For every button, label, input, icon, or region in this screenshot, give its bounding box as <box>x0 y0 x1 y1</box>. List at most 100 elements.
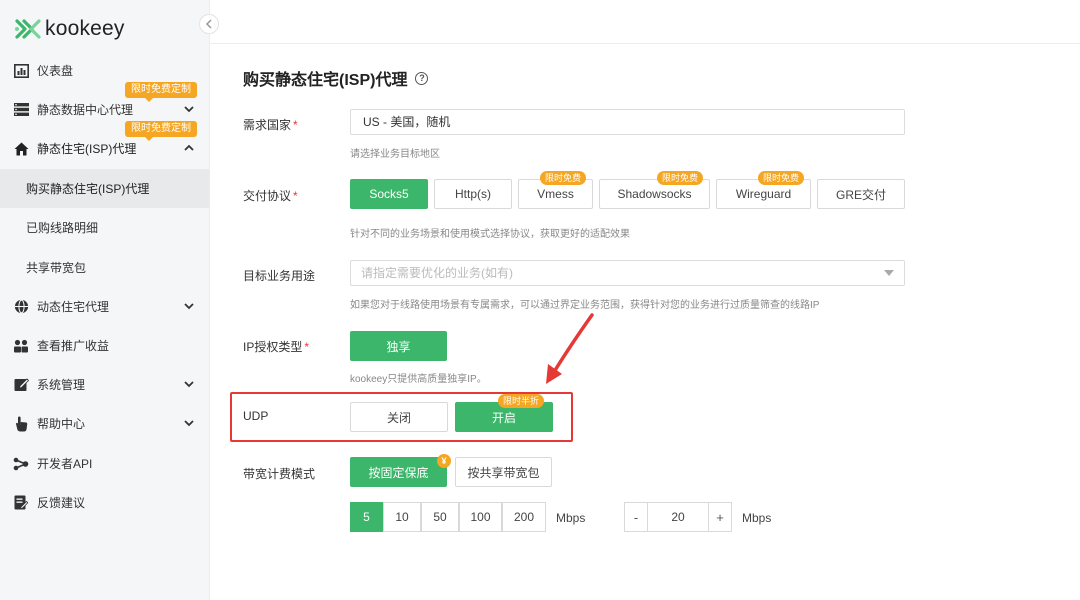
protocol-hint: 针对不同的业务场景和使用模式选择协议，获取更好的适配效果 <box>350 229 630 240</box>
brand-logo[interactable]: kookeey <box>14 16 125 42</box>
bandwidth-preset-5[interactable]: 5 <box>350 502 383 532</box>
annotation-arrow-icon <box>546 313 594 384</box>
required-mark: * <box>293 118 298 132</box>
option-label: 按共享带宽包 <box>467 465 540 480</box>
option-label: GRE交付 <box>835 187 886 202</box>
option-label: Http(s) <box>455 187 491 201</box>
country-label: 需求国家 * <box>243 116 298 133</box>
kookeey-logo-icon <box>14 17 42 41</box>
protocol-option-shadowsocks[interactable]: Shadowsocks 限时免费 <box>599 171 710 209</box>
brand-name: kookeey <box>45 17 125 40</box>
country-input[interactable]: US - 美国，随机 <box>350 109 905 135</box>
bandwidth-unit: Mbps <box>556 511 586 525</box>
ip-type-exclusive-button[interactable]: 独享 <box>350 331 447 361</box>
question-circle-icon[interactable]: ? <box>415 71 429 85</box>
sidebar-item-system-management[interactable]: 系统管理 <box>0 365 209 404</box>
sidebar-item-static-isp[interactable]: 静态住宅(ISP)代理 <box>0 129 209 168</box>
sidebar-item-purchased-lines[interactable]: 已购线路明细 <box>0 208 209 247</box>
bandwidth-preset-200[interactable]: 200 <box>502 502 546 532</box>
billing-label: 带宽计费模式 <box>243 467 316 481</box>
hand-icon <box>13 416 29 432</box>
required-mark: * <box>293 189 298 203</box>
protocol-option-socks5[interactable]: Socks5 <box>350 179 428 209</box>
users-icon <box>13 338 29 354</box>
protocol-option-gre[interactable]: GRE交付 <box>817 179 905 209</box>
udp-off-button[interactable]: 关闭 <box>350 402 448 432</box>
option-label: Vmess <box>537 187 574 201</box>
option-label: 按固定保底 <box>368 465 429 480</box>
sidebar-item-feedback[interactable]: 反馈建议 <box>0 483 209 522</box>
sidebar-item-help-center[interactable]: 帮助中心 <box>0 404 209 443</box>
bandwidth-preset-10[interactable]: 10 <box>383 502 421 532</box>
stepper-unit: Mbps <box>742 511 772 525</box>
page-title: 购买静态住宅(ISP)代理 ? <box>243 66 429 90</box>
sidebar-item-label: 购买静态住宅(ISP)代理 <box>26 182 150 196</box>
protocol-label: 交付协议 * <box>243 187 298 204</box>
sidebar-item-label: 仪表盘 <box>37 64 74 78</box>
edit-icon <box>13 377 29 393</box>
label-text: 交付协议 <box>243 189 292 203</box>
coin-icon: ¥ <box>437 454 451 468</box>
sidebar-item-dynamic-residential[interactable]: 动态住宅代理 <box>0 287 209 326</box>
option-label: 关闭 <box>386 410 411 425</box>
purpose-select[interactable]: 请指定需要优化的业务(如有) <box>350 260 905 286</box>
free-tag: 限时免费 <box>757 171 804 185</box>
decrement-button[interactable]: - <box>624 502 648 532</box>
label-text: 需求国家 <box>243 118 292 132</box>
option-label: Socks5 <box>369 187 409 201</box>
home-icon <box>13 141 29 157</box>
chevron-down-icon <box>183 103 195 115</box>
option-label: Shadowsocks <box>617 187 692 201</box>
feedback-icon <box>13 495 29 511</box>
ip-type-hint: kookeey只提供高质量独享IP。 <box>350 374 487 385</box>
sidebar-item-developer-api[interactable]: 开发者API <box>0 444 209 483</box>
page-title-text: 购买静态住宅(ISP)代理 <box>243 72 408 89</box>
purpose-label: 目标业务用途 <box>243 269 316 283</box>
bandwidth-preset-100[interactable]: 100 <box>459 502 502 532</box>
required-mark: * <box>304 340 310 354</box>
sidebar: kookeey 仪表盘 限时免费定制 静态数据中心代理 限时免费定制 静态住宅(… <box>0 0 210 600</box>
sidebar-item-buy-isp[interactable]: 购买静态住宅(ISP)代理 <box>0 169 209 208</box>
api-icon <box>13 456 29 472</box>
option-label: 开启 <box>491 410 516 425</box>
globe-icon <box>13 299 29 315</box>
bandwidth-stepper-input[interactable]: 20 <box>648 502 708 532</box>
sidebar-item-label: 动态住宅代理 <box>37 300 110 314</box>
sidebar-item-label: 共享带宽包 <box>26 261 87 275</box>
collapse-sidebar-button[interactable] <box>199 14 219 34</box>
purpose-hint: 如果您对于线路使用场景有专属需求，可以通过界定业务范围，获得针对您的业务进行过质… <box>350 300 820 311</box>
protocol-option-vmess[interactable]: Vmess 限时免费 <box>518 171 593 209</box>
country-hint: 请选择业务目标地区 <box>350 149 440 160</box>
label-text: IP授权类型 <box>243 340 303 354</box>
udp-label: UDP <box>243 409 269 423</box>
chevron-down-icon <box>183 300 195 312</box>
sidebar-item-label: 查看推广收益 <box>37 339 110 353</box>
option-label: 独享 <box>386 339 411 354</box>
select-placeholder: 请指定需要优化的业务(如有) <box>361 266 513 280</box>
top-bar <box>210 0 1080 44</box>
discount-tag: 限时半折 <box>497 394 544 408</box>
dashboard-icon <box>13 63 29 79</box>
bandwidth-preset-50[interactable]: 50 <box>421 502 459 532</box>
free-tag: 限时免费 <box>539 171 586 185</box>
sidebar-item-shared-bandwidth[interactable]: 共享带宽包 <box>0 248 209 287</box>
option-label: Wireguard <box>735 187 792 201</box>
sidebar-item-referral-earnings[interactable]: 查看推广收益 <box>0 326 209 365</box>
increment-button[interactable]: + <box>708 502 732 532</box>
protocol-option-https[interactable]: Http(s) <box>434 179 512 209</box>
ip-type-label: IP授权类型 * <box>243 338 309 355</box>
sidebar-item-label: 系统管理 <box>37 378 86 392</box>
sidebar-item-label: 开发者API <box>37 457 93 471</box>
chevron-down-icon <box>183 417 195 429</box>
billing-shared-button[interactable]: 按共享带宽包 <box>455 457 552 487</box>
sidebar-item-label: 帮助中心 <box>37 417 86 431</box>
billing-fixed-button[interactable]: 按固定保底 ¥ <box>350 454 451 487</box>
udp-on-button[interactable]: 开启 限时半折 <box>455 394 553 432</box>
chevron-up-icon <box>183 142 195 154</box>
free-tag: 限时免费 <box>656 171 703 185</box>
chevron-left-icon <box>205 19 212 29</box>
server-icon <box>13 102 29 118</box>
chevron-down-icon <box>183 378 195 390</box>
sidebar-item-label: 反馈建议 <box>37 496 86 510</box>
protocol-option-wireguard[interactable]: Wireguard 限时免费 <box>716 171 811 209</box>
